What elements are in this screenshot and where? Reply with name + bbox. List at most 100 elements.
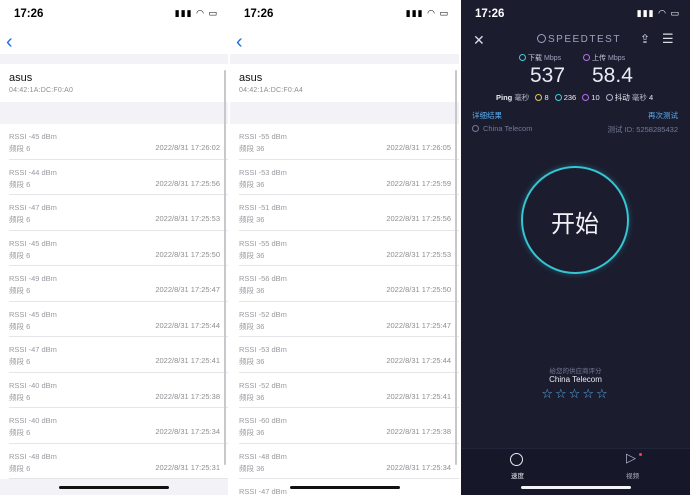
jitter-unit: 毫秒: [631, 93, 647, 102]
status-time: 17:26: [475, 8, 505, 20]
wifi-history-screen-1: 17:26 ▮▮▮ ◠ ▭ ‹ asus 04:42:1A:DC:F0:A0 R…: [0, 0, 228, 495]
download-value: 537: [530, 64, 566, 87]
record-timestamp: 2022/8/31 17:25:44: [386, 356, 451, 365]
rssi-value: RSSI -56 dBm: [239, 274, 287, 283]
home-indicator[interactable]: [520, 486, 631, 489]
record-timestamp: 2022/8/31 17:25:31: [155, 462, 220, 472]
channel-value: 频段 36: [239, 428, 265, 437]
device-mac: 04:42:1A:DC:F0:A0: [9, 87, 74, 94]
rssi-value: RSSI -48 dBm: [9, 451, 57, 461]
status-bar: 17:26 ▮▮▮ ◠ ▭: [0, 0, 228, 28]
rssi-record-row: RSSI -40 dBm 频段 6 2022/8/31 17:25:34: [9, 408, 228, 444]
jitter-value: 4: [648, 93, 654, 102]
ping-row: Ping 毫秒 8 236 10 抖动 毫秒 4: [496, 92, 653, 103]
ping-upload-icon: [582, 94, 590, 101]
rssi-record-row: RSSI -53 dBm 频段 36 2022/8/31 17:25:59: [239, 160, 459, 195]
rssi-record-row: RSSI -55 dBm 频段 36 2022/8/31 17:25:53: [239, 231, 459, 266]
rssi-record-row: RSSI -44 dBm 频段 6 2022/8/31 17:25:56: [9, 160, 228, 195]
upload-icon: [583, 54, 590, 61]
rssi-record-row: RSSI -53 dBm 频段 36 2022/8/31 17:25:44: [239, 337, 459, 373]
back-chevron-icon[interactable]: ‹: [6, 31, 13, 54]
home-indicator[interactable]: [59, 486, 169, 489]
go-label: 开始: [551, 211, 599, 238]
channel-value: 频段 36: [239, 392, 265, 402]
rssi-value: RSSI -47 dBm: [9, 345, 57, 354]
rssi-record-row: RSSI -49 dBm 频段 6 2022/8/31 17:25:47: [9, 266, 228, 302]
upload-value: 58.4: [592, 64, 633, 87]
rssi-value: RSSI -47 dBm: [239, 487, 287, 495]
channel-value: 频段 6: [9, 392, 31, 402]
channel-value: 频段 36: [239, 357, 265, 366]
record-timestamp: 2022/8/31 17:26:05: [386, 143, 451, 152]
record-timestamp: 2022/8/31 17:25:56: [386, 214, 451, 223]
status-icons: ▮▮▮ ◠ ▭: [636, 8, 680, 18]
rssi-record-row: RSSI -51 dBm 频段 36 2022/8/31 17:25:56: [239, 195, 459, 231]
close-icon[interactable]: ✕: [473, 32, 485, 49]
ping-idle-icon: [535, 94, 543, 101]
status-time: 17:26: [244, 8, 274, 20]
record-timestamp: 2022/8/31 17:25:41: [155, 356, 220, 365]
record-timestamp: 2022/8/31 17:25:53: [386, 249, 451, 259]
channel-value: 频段 36: [239, 286, 265, 295]
record-timestamp: 2022/8/31 17:25:34: [386, 462, 451, 472]
status-icons: ▮▮▮ ◠ ▭: [174, 8, 218, 18]
isp-name: China Telecom: [483, 124, 533, 133]
go-button[interactable]: 开始: [521, 166, 629, 274]
back-chevron-icon[interactable]: ‹: [236, 31, 243, 54]
record-timestamp: 2022/8/31 17:25:34: [155, 427, 220, 436]
play-icon[interactable]: ▷: [626, 450, 636, 466]
nav-bar: ‹: [230, 28, 459, 54]
status-bar: 17:26 ▮▮▮ ◠ ▭: [230, 0, 459, 28]
rssi-record-row: RSSI -60 dBm 频段 36 2022/8/31 17:25:38: [239, 408, 459, 444]
channel-value: 频段 6: [9, 215, 31, 224]
rssi-value: RSSI -53 dBm: [239, 345, 287, 354]
record-timestamp: 2022/8/31 17:25:41: [386, 391, 451, 401]
speedtest-screen: 17:26 ▮▮▮ ◠ ▭ ✕ SPEEDTEST ⇪ ☰ 下载 Mbps 上传 M…: [461, 0, 690, 495]
channel-value: 频段 36: [239, 179, 265, 189]
scroll-indicator[interactable]: [455, 70, 457, 465]
globe-icon: [472, 125, 479, 132]
speedtest-logo: SPEEDTEST: [537, 34, 621, 45]
home-indicator[interactable]: [289, 486, 400, 489]
speedtest-logo-icon: [537, 34, 546, 43]
record-timestamp: 2022/8/31 17:25:56: [155, 178, 220, 188]
channel-value: 频段 6: [9, 179, 31, 189]
ping-label: Ping: [496, 93, 513, 102]
rssi-record-row: RSSI -56 dBm 频段 36 2022/8/31 17:25:50: [239, 266, 459, 302]
channel-value: 频段 6: [9, 321, 31, 331]
ping-download: 236: [563, 93, 577, 102]
device-header: asus 04:42:1A:DC:F0:A4: [230, 64, 459, 102]
rssi-value: RSSI -44 dBm: [9, 167, 57, 177]
speed-gauge-icon[interactable]: [510, 453, 523, 466]
jitter-icon: [605, 94, 613, 101]
scroll-indicator[interactable]: [224, 70, 226, 465]
share-icon[interactable]: ⇪: [640, 32, 650, 46]
record-timestamp: 2022/8/31 17:25:47: [386, 320, 451, 330]
channel-value: 频段 6: [9, 463, 31, 473]
rssi-record-row: RSSI -45 dBm 频段 6 2022/8/31 17:26:02: [9, 124, 228, 160]
jitter-label: 抖动: [614, 93, 630, 102]
rssi-record-row: RSSI -48 dBm 频段 36 2022/8/31 17:25:34: [239, 444, 459, 479]
tab-speed[interactable]: 速度: [511, 470, 524, 480]
detailed-results-link[interactable]: 详细结果: [472, 110, 502, 121]
rssi-value: RSSI -47 dBm: [9, 203, 57, 212]
channel-value: 频段 36: [239, 321, 265, 331]
record-timestamp: 2022/8/31 17:25:50: [386, 285, 451, 294]
test-again-link[interactable]: 再次测试: [648, 110, 678, 121]
record-timestamp: 2022/8/31 17:25:38: [386, 427, 451, 436]
menu-icon[interactable]: ☰: [662, 31, 674, 47]
rssi-value: RSSI -55 dBm: [239, 132, 287, 141]
rssi-value: RSSI -55 dBm: [239, 238, 287, 248]
rating-stars[interactable]: ☆☆☆☆☆: [461, 386, 690, 402]
rssi-record-row: RSSI -47 dBm 频段 6 2022/8/31 17:25:41: [9, 337, 228, 373]
rssi-value: RSSI -60 dBm: [239, 416, 287, 425]
rssi-value: RSSI -48 dBm: [239, 451, 287, 461]
rssi-record-row: RSSI -48 dBm 频段 6 2022/8/31 17:25:31: [9, 444, 228, 479]
device-mac: 04:42:1A:DC:F0:A4: [239, 87, 304, 94]
tab-video[interactable]: 视频: [626, 470, 639, 480]
ping-download-icon: [554, 94, 562, 101]
record-timestamp: 2022/8/31 17:25:44: [155, 320, 220, 330]
rssi-value: RSSI -40 dBm: [9, 416, 57, 425]
channel-value: 频段 36: [239, 144, 265, 153]
status-icons: ▮▮▮ ◠ ▭: [405, 8, 449, 18]
